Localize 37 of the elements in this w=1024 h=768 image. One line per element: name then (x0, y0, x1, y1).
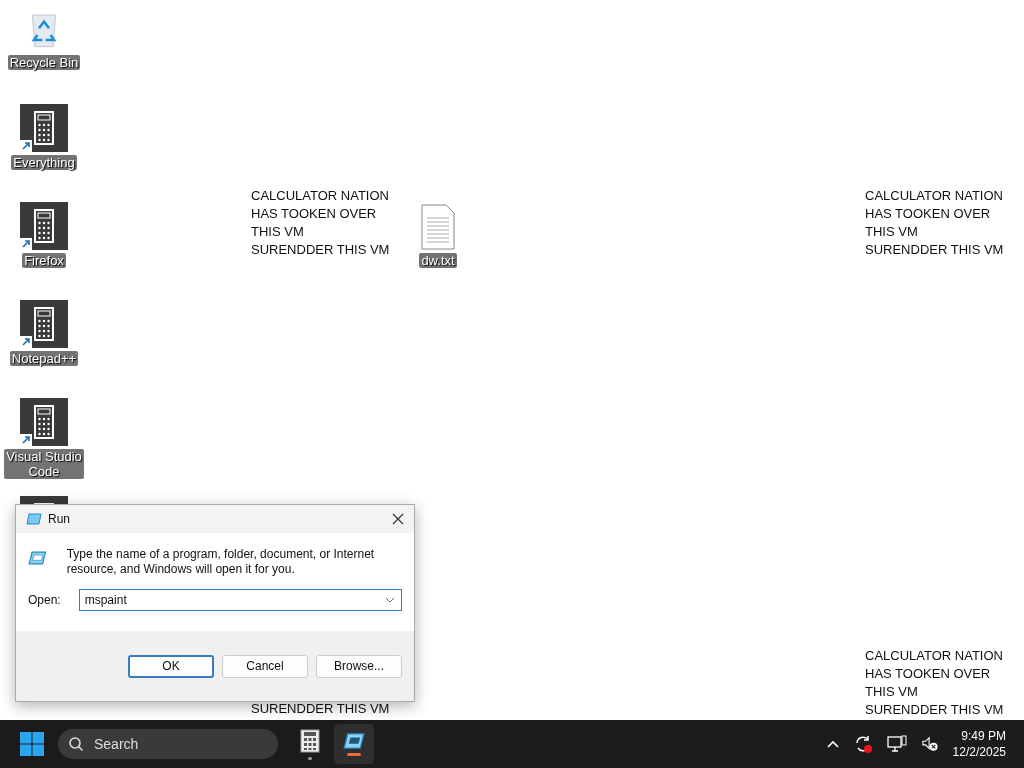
icon-label[interactable]: Recycle Bin (7, 55, 81, 70)
note-text: CALCULATOR NATION HAS TOOKEN OVER THIS VM SURENDDER THIS VM (865, 647, 1004, 719)
start-icon[interactable] (20, 732, 44, 756)
dialog-description: Type the name of a program, folder, document, or Internet resource, and Windows will open it for you. (66, 547, 376, 577)
taskbar-app[interactable] (334, 724, 374, 764)
calculator-shortcut-icon[interactable] (20, 104, 68, 152)
dropdown-caret-icon[interactable] (385, 597, 395, 603)
close-icon[interactable] (392, 513, 404, 525)
calculator-icon (300, 728, 320, 753)
icon-label[interactable]: Notepad++ (9, 351, 79, 366)
dialog-button[interactable]: OK (128, 654, 214, 678)
dialog-button[interactable]: Cancel (222, 654, 308, 678)
dialog-title: Run (48, 512, 71, 526)
search-icon (68, 736, 84, 752)
note-text: CALCULATOR NATION HAS TOOKEN OVER THIS VM SURENDDER THIS VM (865, 187, 1004, 259)
icon-label[interactable]: Visual Studio Code (4, 449, 84, 479)
volume-muted-icon[interactable] (920, 736, 939, 752)
search-box[interactable]: Search (58, 729, 278, 759)
open-combobox[interactable]: mspaint (78, 589, 402, 611)
chevron-up-icon[interactable] (826, 740, 839, 748)
dialog-button[interactable]: Browse... (316, 654, 402, 678)
icon-label[interactable]: dw.txt (419, 253, 457, 268)
calculator-shortcut-icon[interactable] (20, 398, 68, 446)
note-text: SURENDDER THIS VM (251, 700, 390, 718)
open-label: Open: (28, 593, 61, 607)
open-field[interactable]: mspaint (84, 593, 385, 607)
run-icon (26, 513, 42, 525)
search-field[interactable]: Search (92, 735, 246, 753)
clock-time[interactable]: 9:49 PM (961, 728, 1006, 744)
icon-label[interactable]: Firefox (22, 253, 66, 268)
run-icon (343, 732, 365, 749)
icon-label[interactable]: Everything (11, 155, 77, 170)
calculator-shortcut-icon[interactable] (20, 202, 68, 250)
calculator-shortcut-icon[interactable] (20, 300, 68, 348)
clock-date[interactable]: 12/2/2025 (952, 744, 1006, 760)
note-text: CALCULATOR NATION HAS TOOKEN OVER THIS VM SURENDDER THIS VM (251, 187, 390, 259)
network-icon[interactable] (886, 735, 907, 753)
